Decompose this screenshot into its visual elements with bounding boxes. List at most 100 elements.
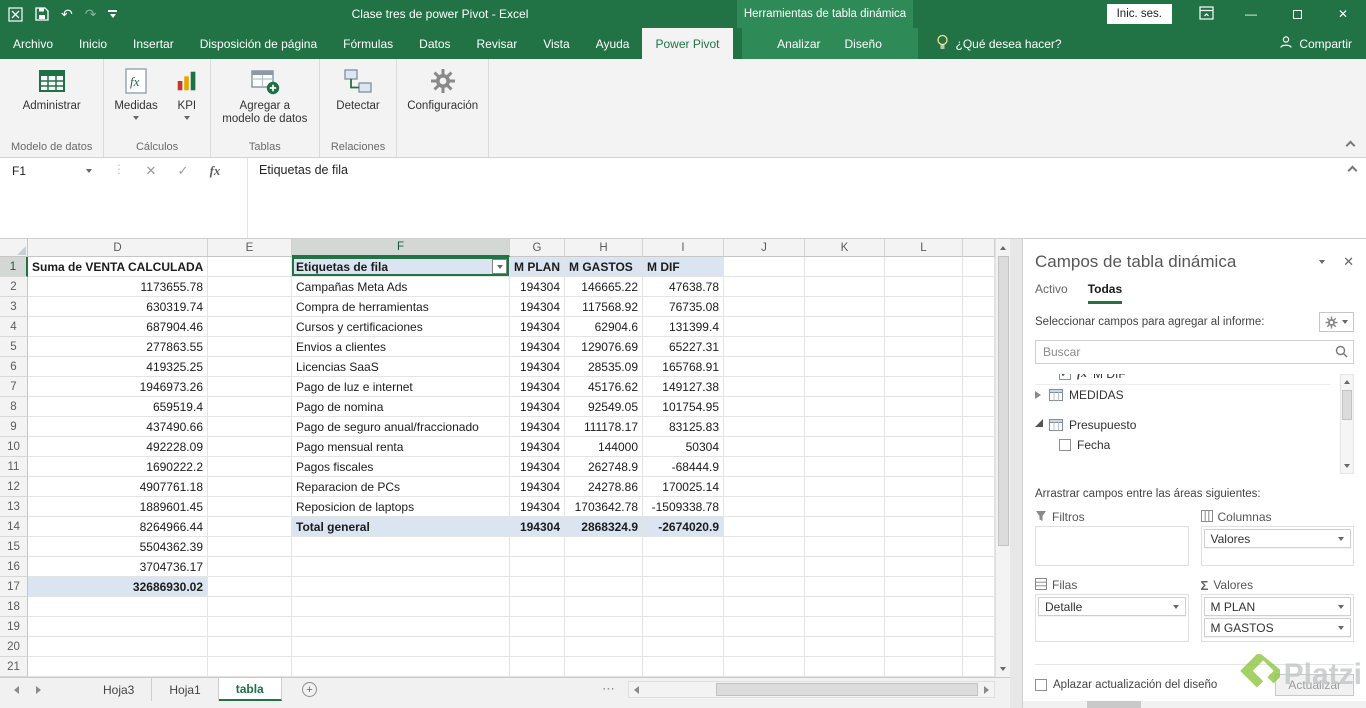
- row-header-10[interactable]: 10: [0, 437, 28, 457]
- tab-datos[interactable]: Datos: [406, 28, 463, 59]
- kpi-button[interactable]: KPI: [167, 62, 207, 123]
- cell-I3[interactable]: 76735.08: [643, 297, 724, 317]
- field-checkbox[interactable]: [1059, 374, 1071, 380]
- cell-D3[interactable]: 630319.74: [28, 297, 208, 317]
- cell-D6[interactable]: 419325.25: [28, 357, 208, 377]
- new-sheet-button[interactable]: +: [302, 682, 317, 697]
- cell-E21[interactable]: [208, 657, 292, 677]
- cell-L18[interactable]: [885, 597, 963, 617]
- pane-options-chevron-icon[interactable]: [1319, 260, 1325, 264]
- insert-function-icon[interactable]: fx: [202, 158, 228, 183]
- cell-overflow[interactable]: [963, 277, 995, 297]
- field-chip-detalle[interactable]: Detalle: [1038, 597, 1186, 616]
- cell-D18[interactable]: [28, 597, 208, 617]
- cell-H10[interactable]: 144000: [565, 437, 643, 457]
- cell-D20[interactable]: [28, 637, 208, 657]
- collapse-ribbon-icon[interactable]: [1346, 141, 1356, 151]
- horizontal-scrollbar[interactable]: [628, 681, 995, 698]
- field-checkbox[interactable]: [1059, 439, 1071, 451]
- cell-K20[interactable]: [805, 637, 885, 657]
- cell-I9[interactable]: 83125.83: [643, 417, 724, 437]
- cell-D16[interactable]: 3704736.17: [28, 557, 208, 577]
- cell-E14[interactable]: [208, 517, 292, 537]
- cell-J2[interactable]: [724, 277, 805, 297]
- cell-J18[interactable]: [724, 597, 805, 617]
- cell-H3[interactable]: 117568.92: [565, 297, 643, 317]
- row-header-13[interactable]: 13: [0, 497, 28, 517]
- fields-options-gear-button[interactable]: [1319, 312, 1354, 332]
- field-item-m-dif[interactable]: fxM DIF: [1035, 374, 1330, 385]
- cell-E12[interactable]: [208, 477, 292, 497]
- tab-vista[interactable]: Vista: [530, 28, 582, 59]
- field-chip-m-gastos[interactable]: M GASTOS: [1204, 618, 1352, 637]
- row-header-19[interactable]: 19: [0, 617, 28, 637]
- row-header-9[interactable]: 9: [0, 417, 28, 437]
- cell-F2[interactable]: Campañas Meta Ads: [292, 277, 510, 297]
- cell-overflow[interactable]: [963, 417, 995, 437]
- row-header-15[interactable]: 15: [0, 537, 28, 557]
- cell-G13[interactable]: 194304: [510, 497, 565, 517]
- cell-D17[interactable]: 32686930.02: [28, 577, 208, 597]
- cell-I12[interactable]: 170025.14: [643, 477, 724, 497]
- cell-overflow[interactable]: [963, 397, 995, 417]
- cell-E4[interactable]: [208, 317, 292, 337]
- cell-overflow[interactable]: [963, 517, 995, 537]
- cell-F8[interactable]: Pago de nomina: [292, 397, 510, 417]
- tab-split-dots[interactable]: ⋯: [602, 681, 615, 697]
- cell-L9[interactable]: [885, 417, 963, 437]
- cell-L4[interactable]: [885, 317, 963, 337]
- cell-F3[interactable]: Compra de herramientas: [292, 297, 510, 317]
- sheet-tab-hoja3[interactable]: Hoja3: [86, 678, 152, 701]
- tell-me-box[interactable]: ¿Qué desea hacer?: [936, 28, 1062, 59]
- cell-D14[interactable]: 8264966.44: [28, 517, 208, 537]
- cell-K6[interactable]: [805, 357, 885, 377]
- cell-D5[interactable]: 277863.55: [28, 337, 208, 357]
- cell-D2[interactable]: 1173655.78: [28, 277, 208, 297]
- filter-dropdown-button[interactable]: [492, 259, 507, 274]
- cell-L3[interactable]: [885, 297, 963, 317]
- cell-H16[interactable]: [565, 557, 643, 577]
- fields-list-scrollbar[interactable]: [1340, 374, 1354, 474]
- cell-G2[interactable]: 194304: [510, 277, 565, 297]
- cell-overflow[interactable]: [963, 637, 995, 657]
- cell-E1[interactable]: [208, 257, 292, 277]
- cell-overflow[interactable]: [963, 457, 995, 477]
- cell-J7[interactable]: [724, 377, 805, 397]
- row-header-2[interactable]: 2: [0, 277, 28, 297]
- field-item-presupuesto[interactable]: Presupuesto: [1035, 415, 1330, 435]
- column-header-partial[interactable]: [963, 239, 995, 257]
- ribbon-display-options-icon[interactable]: [1199, 6, 1214, 20]
- cell-F7[interactable]: Pago de luz e internet: [292, 377, 510, 397]
- row-header-12[interactable]: 12: [0, 477, 28, 497]
- cell-overflow[interactable]: [963, 377, 995, 397]
- sheet-tab-hoja1[interactable]: Hoja1: [152, 678, 218, 701]
- cell-G8[interactable]: 194304: [510, 397, 565, 417]
- tab-ayuda[interactable]: Ayuda: [583, 28, 643, 59]
- cell-overflow[interactable]: [963, 297, 995, 317]
- tab-archivo[interactable]: Archivo: [0, 28, 66, 59]
- cell-K21[interactable]: [805, 657, 885, 677]
- cell-E19[interactable]: [208, 617, 292, 637]
- field-item-medidas[interactable]: MEDIDAS: [1035, 385, 1330, 405]
- tab-revisar[interactable]: Revisar: [464, 28, 531, 59]
- close-pane-icon[interactable]: ✕: [1343, 254, 1354, 270]
- cell-J1[interactable]: [724, 257, 805, 277]
- row-header-6[interactable]: 6: [0, 357, 28, 377]
- cell-overflow[interactable]: [963, 497, 995, 517]
- select-all-corner[interactable]: [0, 239, 28, 257]
- cell-G18[interactable]: [510, 597, 565, 617]
- cell-L17[interactable]: [885, 577, 963, 597]
- cell-E7[interactable]: [208, 377, 292, 397]
- cell-I10[interactable]: 50304: [643, 437, 724, 457]
- cell-L19[interactable]: [885, 617, 963, 637]
- cell-overflow[interactable]: [963, 597, 995, 617]
- column-header-L[interactable]: L: [885, 239, 963, 257]
- tab-diseno[interactable]: Diseño: [835, 28, 892, 59]
- cell-I21[interactable]: [643, 657, 724, 677]
- cell-J10[interactable]: [724, 437, 805, 457]
- cell-G12[interactable]: 194304: [510, 477, 565, 497]
- cell-H4[interactable]: 62904.6: [565, 317, 643, 337]
- cell-K10[interactable]: [805, 437, 885, 457]
- sheet-nav-right-icon[interactable]: [36, 686, 41, 694]
- cell-F6[interactable]: Licencias SaaS: [292, 357, 510, 377]
